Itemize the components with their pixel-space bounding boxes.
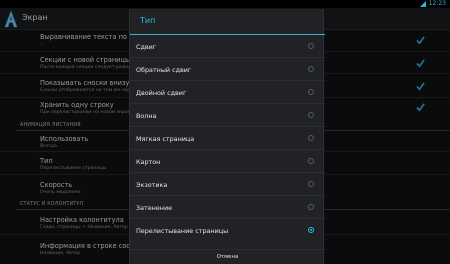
radio-button[interactable] <box>308 43 314 49</box>
option-cardboard[interactable]: Картон <box>130 150 325 173</box>
radio-button[interactable] <box>308 181 314 187</box>
radio-button-selected[interactable] <box>308 227 314 233</box>
option-label: Затенение <box>136 204 173 212</box>
wifi-signal-icon <box>419 1 426 7</box>
option-page-flip[interactable]: Перелистывание страницы <box>130 219 325 242</box>
option-shift[interactable]: Сдвиг <box>130 35 325 58</box>
status-bar: 12:23 <box>0 0 450 8</box>
radio-button[interactable] <box>308 135 314 141</box>
option-label: Двойной сдвиг <box>136 89 187 97</box>
radio-button[interactable] <box>308 89 314 95</box>
radio-button[interactable] <box>308 204 314 210</box>
radio-button[interactable] <box>308 66 314 72</box>
status-time: 12:23 <box>428 0 446 7</box>
option-label: Мягкая страница <box>136 135 195 143</box>
option-label: Экзотика <box>136 181 168 189</box>
option-soft-page[interactable]: Мягкая страница <box>130 127 325 150</box>
option-exotic[interactable]: Экзотика <box>130 173 325 196</box>
dialog-footer: Отмена <box>130 249 325 264</box>
animation-type-dialog: Тип Сдвиг Обратный сдвиг Двойной сдвиг В… <box>129 9 325 264</box>
radio-button[interactable] <box>308 112 314 118</box>
option-label: Обратный сдвиг <box>136 66 192 74</box>
radio-button[interactable] <box>308 158 314 164</box>
option-label: Перелистывание страницы <box>136 227 229 235</box>
option-label: Картон <box>136 158 161 166</box>
dialog-title: Тип <box>140 16 156 25</box>
option-label: Сдвиг <box>136 43 157 51</box>
option-shading[interactable]: Затенение <box>130 196 325 219</box>
option-wave[interactable]: Волна <box>130 104 325 127</box>
option-double-shift[interactable]: Двойной сдвиг <box>130 81 325 104</box>
option-label: Волна <box>136 112 157 120</box>
cancel-button[interactable]: Отмена <box>130 250 325 264</box>
option-reverse-shift[interactable]: Обратный сдвиг <box>130 58 325 81</box>
